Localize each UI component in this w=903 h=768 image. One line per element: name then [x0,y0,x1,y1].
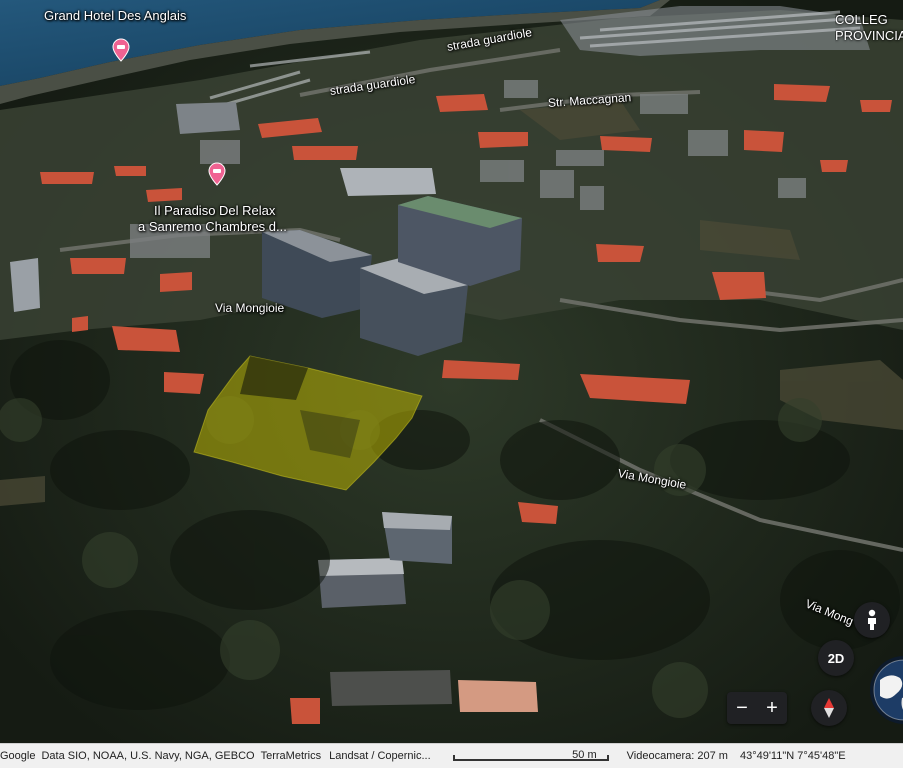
attribution-bar: Google Data SIO, NOAA, U.S. Navy, NGA, G… [0,743,903,768]
poi-label-paradiso-line1[interactable]: Il Paradiso Del Relax [154,203,275,218]
compass-button[interactable] [811,690,847,726]
zoom-in-button[interactable]: + [757,692,787,724]
hotel-pin-icon[interactable] [112,38,130,62]
college-label-line1: COLLEG [835,12,888,27]
poi-label-grand-hotel[interactable]: Grand Hotel Des Anglais [44,8,186,23]
coordinates-readout: 43°49'11"N 7°45'48"E [739,750,846,762]
college-label-line2: PROVINCIA [835,28,903,43]
camera-altitude: Videocamera: 207 m [626,750,728,762]
zoom-control: − + [727,692,787,724]
landsat-credit: Landsat / Copernic... [329,750,431,762]
google-attribution: Google [0,750,36,762]
scale-bar[interactable]: 50 m [452,749,609,763]
satellite-map[interactable] [0,0,903,768]
data-credits[interactable]: Data SIO, NOAA, U.S. Navy, NGA, GEBCO [41,750,254,762]
roof-bottom [458,680,538,712]
view-toggle-2d-button[interactable]: 2D [818,640,854,676]
compass-icon [824,698,834,718]
terrametrics-credit: TerraMetrics [260,750,322,762]
hotel-pin-icon[interactable] [208,162,226,186]
zoom-out-button[interactable]: − [727,692,757,724]
street-label-mongioie-1: Via Mongioie [215,301,285,315]
poi-label-paradiso-line2[interactable]: a Sanremo Chambres d... [138,219,287,234]
scale-label: 50 m [572,749,597,761]
pegman-icon [868,609,876,630]
globe-icon[interactable] [866,650,903,726]
poi-label-college[interactable]: COLLEG PROVINCIA [835,12,903,44]
pegman-button[interactable] [854,602,890,638]
